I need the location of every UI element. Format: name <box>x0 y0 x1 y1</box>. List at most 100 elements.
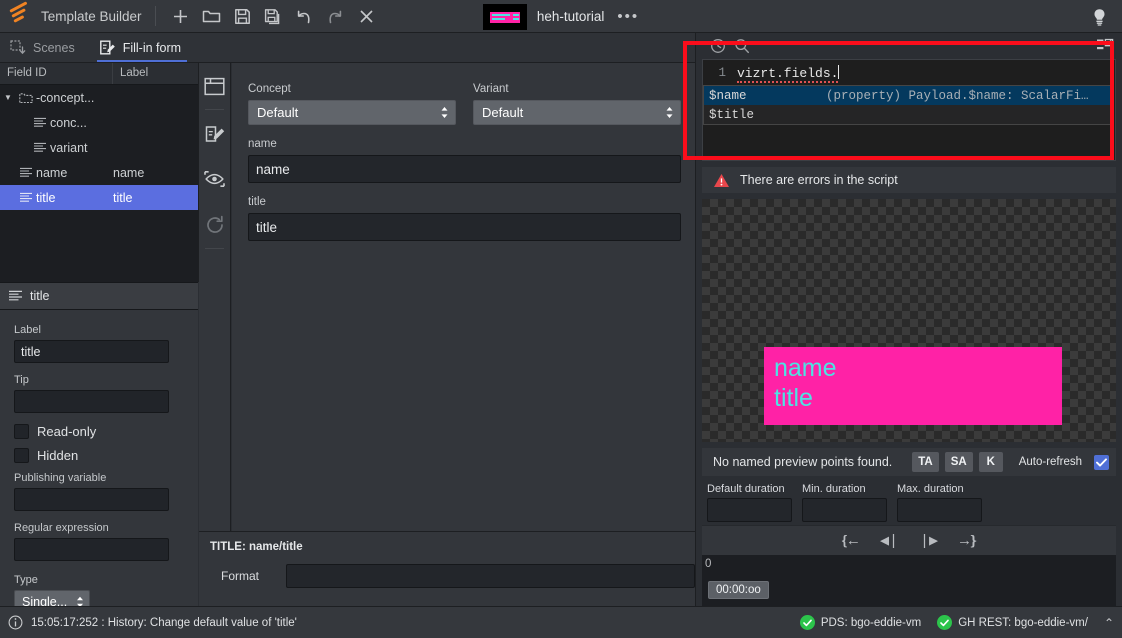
editor-scrollbar[interactable] <box>1110 62 1114 78</box>
readonly-label: Read-only <box>37 424 97 439</box>
autocomplete-item-name[interactable]: $name (property) Payload.$name: ScalarFi… <box>704 86 1112 105</box>
tab-scenes[interactable]: Scenes <box>0 33 89 62</box>
script-error-message: There are errors in the script <box>740 173 898 187</box>
type-caption: Type <box>14 574 38 586</box>
tip-input[interactable] <box>14 390 169 413</box>
plus-icon <box>173 9 187 23</box>
refresh-circular-icon <box>206 215 223 233</box>
spinner-arrows-icon <box>76 596 84 606</box>
type-select[interactable]: Single... <box>14 590 91 607</box>
script-editor[interactable]: 1 vizrt.fields. $name (property) Payload… <box>702 59 1116 161</box>
search-magnifier-icon[interactable] <box>734 38 750 54</box>
field-title-input[interactable] <box>248 213 681 241</box>
publishing-variable-input[interactable] <box>14 488 169 511</box>
preview-status-message: No named preview points found. <box>713 455 893 469</box>
maximize-panel-button[interactable] <box>1096 38 1114 58</box>
folder-open-icon <box>202 10 220 22</box>
concept-select[interactable]: Default <box>248 100 456 125</box>
max-duration-group: Max. duration <box>897 483 982 525</box>
code-text: vizrt.fields. <box>737 64 840 83</box>
tree-row-title[interactable]: title title <box>0 185 198 210</box>
tree-row-conc[interactable]: conc... <box>0 110 198 135</box>
jump-end-button[interactable]: →❵ <box>960 531 978 550</box>
sa-button[interactable]: SA <box>944 452 973 472</box>
maximize-panel-icon <box>1097 38 1114 50</box>
tab-fill-in-form[interactable]: Fill-in form <box>89 33 195 62</box>
label-input[interactable] <box>14 340 169 363</box>
timeline[interactable]: 0 00:00:oo <box>702 555 1116 607</box>
type-select-value: Single... <box>22 594 68 607</box>
properties-panel: Label Tip Read-only Hidden Publishing va… <box>0 310 198 606</box>
info-circle-icon <box>8 615 23 630</box>
connection-gh-rest[interactable]: GH REST: bgo-eddie-vm/ <box>937 615 1088 630</box>
tree-row-variant[interactable]: variant <box>0 135 198 160</box>
document-menu-button[interactable]: ••• <box>617 8 639 25</box>
tree-row-name[interactable]: name name <box>0 160 198 185</box>
step-forward-button[interactable]: |▶ <box>920 531 938 550</box>
autocomplete-item-title[interactable]: $title <box>704 105 1112 124</box>
tree-row-concept-id: -concept... <box>36 90 95 105</box>
variant-label: Variant <box>473 83 509 95</box>
field-name-input[interactable] <box>248 155 681 183</box>
properties-header-title: title <box>30 289 50 303</box>
step-back-button[interactable]: ◀| <box>880 531 898 550</box>
hidden-checkbox[interactable] <box>14 448 29 463</box>
autocomplete-item-name-label: $name <box>709 88 747 103</box>
tree-row-concept[interactable]: ▼ -concept... <box>0 85 198 110</box>
template-builder-window: Template Builder heh-tutorial ••• Scenes… <box>0 0 1122 638</box>
tab-scenes-label: Scenes <box>33 40 75 55</box>
default-duration-group: Default duration <box>707 483 792 525</box>
regular-expression-input[interactable] <box>14 538 169 561</box>
autorefresh-checkbox[interactable] <box>1094 454 1109 470</box>
hidden-row[interactable]: Hidden <box>14 448 184 463</box>
refresh-button[interactable] <box>199 202 230 248</box>
k-button[interactable]: K <box>978 452 1003 472</box>
publishing-variable-caption: Publishing variable <box>14 472 107 484</box>
save-button[interactable] <box>227 3 258 29</box>
open-button[interactable] <box>196 3 227 29</box>
chevron-up-icon[interactable]: ⌃ <box>1104 616 1114 630</box>
undo-button[interactable] <box>289 3 320 29</box>
field-lines-icon <box>16 167 36 178</box>
autocomplete-item-title-label: $title <box>709 107 755 122</box>
max-duration-input[interactable] <box>897 498 982 522</box>
scene-preview[interactable]: name title <box>702 199 1116 442</box>
default-duration-input[interactable] <box>707 498 792 522</box>
close-button[interactable] <box>351 3 382 29</box>
warning-triangle-icon <box>714 173 729 187</box>
checkmark-icon <box>1096 457 1107 467</box>
field-name-label: name <box>248 138 277 150</box>
save-as-button[interactable] <box>258 3 289 29</box>
properties-header: title <box>0 282 198 310</box>
format-input[interactable] <box>285 564 695 588</box>
min-duration-input[interactable] <box>802 498 887 522</box>
title-section-heading: TITLE: name/title <box>210 541 303 553</box>
tree-row-title-id: title <box>36 190 56 205</box>
expand-caret-icon[interactable]: ▼ <box>0 93 16 102</box>
tip-caption: Tip <box>14 374 29 386</box>
edit-form-button[interactable] <box>199 110 230 156</box>
field-lines-icon <box>30 142 50 153</box>
preview-graphic-card: name title <box>764 347 1062 425</box>
history-clock-icon[interactable] <box>710 38 726 54</box>
editor-icon-rail <box>199 63 231 606</box>
hint-lightbulb-button[interactable] <box>1086 5 1112 29</box>
panel-layout-button[interactable] <box>199 63 230 109</box>
readonly-row[interactable]: Read-only <box>14 424 184 439</box>
new-button[interactable] <box>165 3 196 29</box>
ta-button[interactable]: TA <box>912 452 939 472</box>
document-name: heh-tutorial <box>536 9 605 24</box>
script-error-bar: There are errors in the script <box>702 167 1116 193</box>
connection-pds[interactable]: PDS: bgo-eddie-vm <box>799 615 921 630</box>
readonly-checkbox[interactable] <box>14 424 29 439</box>
tree-divider <box>198 63 199 282</box>
variant-select[interactable]: Default <box>473 100 681 125</box>
variant-select-value: Default <box>482 105 524 120</box>
redo-button[interactable] <box>320 3 351 29</box>
jump-start-button[interactable]: ❴← <box>840 531 858 550</box>
title-format-section: TITLE: name/title Format <box>199 531 695 606</box>
preview-line-name: name <box>774 354 837 382</box>
panel-divider[interactable] <box>695 33 696 606</box>
preview-eye-button[interactable] <box>199 156 230 202</box>
timecode-chip[interactable]: 00:00:oo <box>708 581 769 599</box>
